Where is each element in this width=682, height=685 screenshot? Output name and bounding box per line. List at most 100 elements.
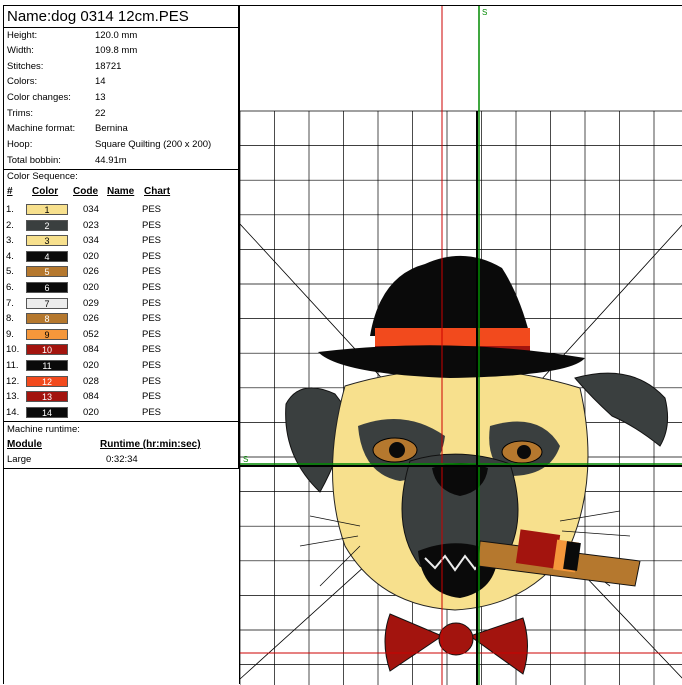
info-row-stitches: Stitches: 18721 — [7, 60, 121, 74]
design-preview-canvas[interactable]: S S — [239, 5, 682, 685]
color-swatch: 11 — [26, 360, 68, 371]
thread-chart: PES — [142, 391, 162, 403]
color-sequence-row: 5. 5 026 PES — [4, 264, 238, 279]
thread-chart: PES — [142, 406, 162, 418]
design-info-table: Height: 120.0 mm Width: 109.8 mm Stitche… — [3, 27, 239, 170]
thread-code: 020 — [83, 406, 99, 418]
row-number: 1. — [6, 204, 14, 215]
color-sequence-row: 2. 2 023 PES — [4, 218, 238, 233]
left-pupil — [389, 442, 405, 458]
color-swatch: 7 — [26, 297, 68, 309]
thread-code: 023 — [83, 219, 99, 231]
color-swatch: 1 — [26, 204, 68, 215]
info-row-machine-format: Machine format: Bernina — [7, 122, 128, 136]
row-number: 8. — [6, 313, 14, 325]
thread-code: 084 — [83, 391, 99, 403]
header-number: # — [7, 186, 13, 197]
color-sequence-title: Color Sequence: — [7, 171, 78, 182]
color-swatch: 9 — [26, 328, 68, 340]
row-number: 7. — [6, 297, 14, 309]
thread-code: 020 — [83, 250, 99, 262]
row-number: 5. — [6, 266, 14, 278]
guide-label-top: S — [482, 8, 487, 17]
bowtie-knot — [438, 622, 474, 656]
thread-chart: PES — [142, 235, 162, 247]
color-sequence-row: 13. 13 084 PES — [4, 389, 238, 404]
row-number: 9. — [6, 328, 14, 340]
color-swatch: 12 — [26, 375, 68, 387]
runtime-label: Machine runtime: — [7, 424, 80, 435]
cigar-band — [515, 529, 561, 569]
row-number: 6. — [6, 282, 14, 293]
color-swatch: 8 — [26, 313, 68, 325]
info-value: Square Quilting (200 x 200) — [95, 139, 212, 150]
hat-crown — [370, 255, 530, 336]
color-swatch: 14 — [26, 406, 68, 418]
thread-code: 034 — [83, 204, 99, 215]
thread-chart: PES — [142, 219, 162, 231]
thread-code: 020 — [83, 282, 99, 293]
color-sequence-row: 6. 6 020 PES — [4, 280, 238, 295]
color-swatch: 2 — [26, 219, 68, 231]
bowtie-left — [384, 613, 444, 672]
design-title-box: Name:dog 0314 12cm.PES — [3, 5, 239, 28]
info-row-trims: Trims: 22 — [7, 107, 106, 121]
info-label: Width: — [7, 45, 34, 56]
color-swatch: 10 — [26, 344, 68, 356]
header-color: Color — [32, 186, 59, 197]
info-row-hoop: Hoop: Square Quilting (200 x 200) — [7, 138, 211, 152]
info-label: Machine format: — [7, 123, 76, 134]
info-row-width: Width: 109.8 mm — [7, 44, 137, 58]
color-sequence-row: 14. 14 020 PES — [4, 405, 238, 420]
thread-chart: PES — [142, 328, 162, 340]
panel-empty-area — [3, 468, 240, 684]
thread-code: 026 — [83, 313, 99, 325]
thread-chart: PES — [142, 297, 162, 309]
thread-code: 028 — [83, 375, 99, 387]
runtime-header: Runtime (hr:min:sec) — [100, 439, 201, 450]
thread-chart: PES — [142, 266, 162, 278]
color-sequence-row: 4. 4 020 PES — [4, 249, 238, 264]
row-number: 14. — [6, 406, 20, 418]
info-value: 44.91m — [95, 155, 127, 166]
info-value: 120.0 mm — [95, 30, 138, 41]
thread-chart: PES — [142, 282, 162, 293]
thread-chart: PES — [142, 375, 162, 387]
color-sequence-row: 3. 3 034 PES — [4, 233, 238, 248]
color-swatch: 5 — [26, 266, 68, 278]
thread-code: 026 — [83, 266, 99, 278]
header-chart: Chart — [144, 186, 171, 197]
info-label: Trims: — [7, 108, 34, 119]
row-number: 13. — [6, 391, 20, 403]
guide-label-left: S — [243, 455, 248, 464]
thread-chart: PES — [142, 344, 162, 356]
color-sequence-row: 11. 11 020 PES — [4, 358, 238, 373]
thread-code: 084 — [83, 344, 99, 356]
thread-chart: PES — [142, 313, 162, 325]
info-label: Colors: — [7, 76, 38, 87]
color-sequence-row: 1. 1 034 PES — [4, 202, 238, 217]
thread-chart: PES — [142, 250, 162, 262]
hat-brim — [318, 345, 585, 378]
row-number: 3. — [6, 235, 14, 247]
color-sequence-row: 7. 7 029 PES — [4, 296, 238, 311]
row-number: 4. — [6, 250, 14, 262]
info-value: Bernina — [95, 123, 128, 134]
machine-runtime-box: Machine runtime: Module Runtime (hr:min:… — [3, 421, 239, 469]
design-title: Name:dog 0314 12cm.PES — [7, 8, 189, 25]
runtime-value: 0:32:34 — [106, 454, 138, 465]
design-preview-svg: S S — [240, 6, 682, 685]
thread-chart: PES — [142, 204, 162, 215]
info-row-color-changes: Color changes: 13 — [7, 91, 106, 105]
color-sequence-row: 9. 9 052 PES — [4, 327, 238, 342]
info-value: 22 — [95, 108, 106, 119]
info-label: Stitches: — [7, 61, 44, 72]
right-pupil — [517, 445, 531, 459]
color-sequence-table: Color Sequence: # Color Code Name Chart … — [3, 169, 239, 422]
info-row-height: Height: 120.0 mm — [7, 29, 137, 43]
color-sequence-row: 12. 12 028 PES — [4, 374, 238, 389]
row-number: 12. — [6, 375, 20, 387]
color-swatch: 3 — [26, 235, 68, 247]
color-swatch: 6 — [26, 282, 68, 293]
header-code: Code — [73, 186, 98, 197]
